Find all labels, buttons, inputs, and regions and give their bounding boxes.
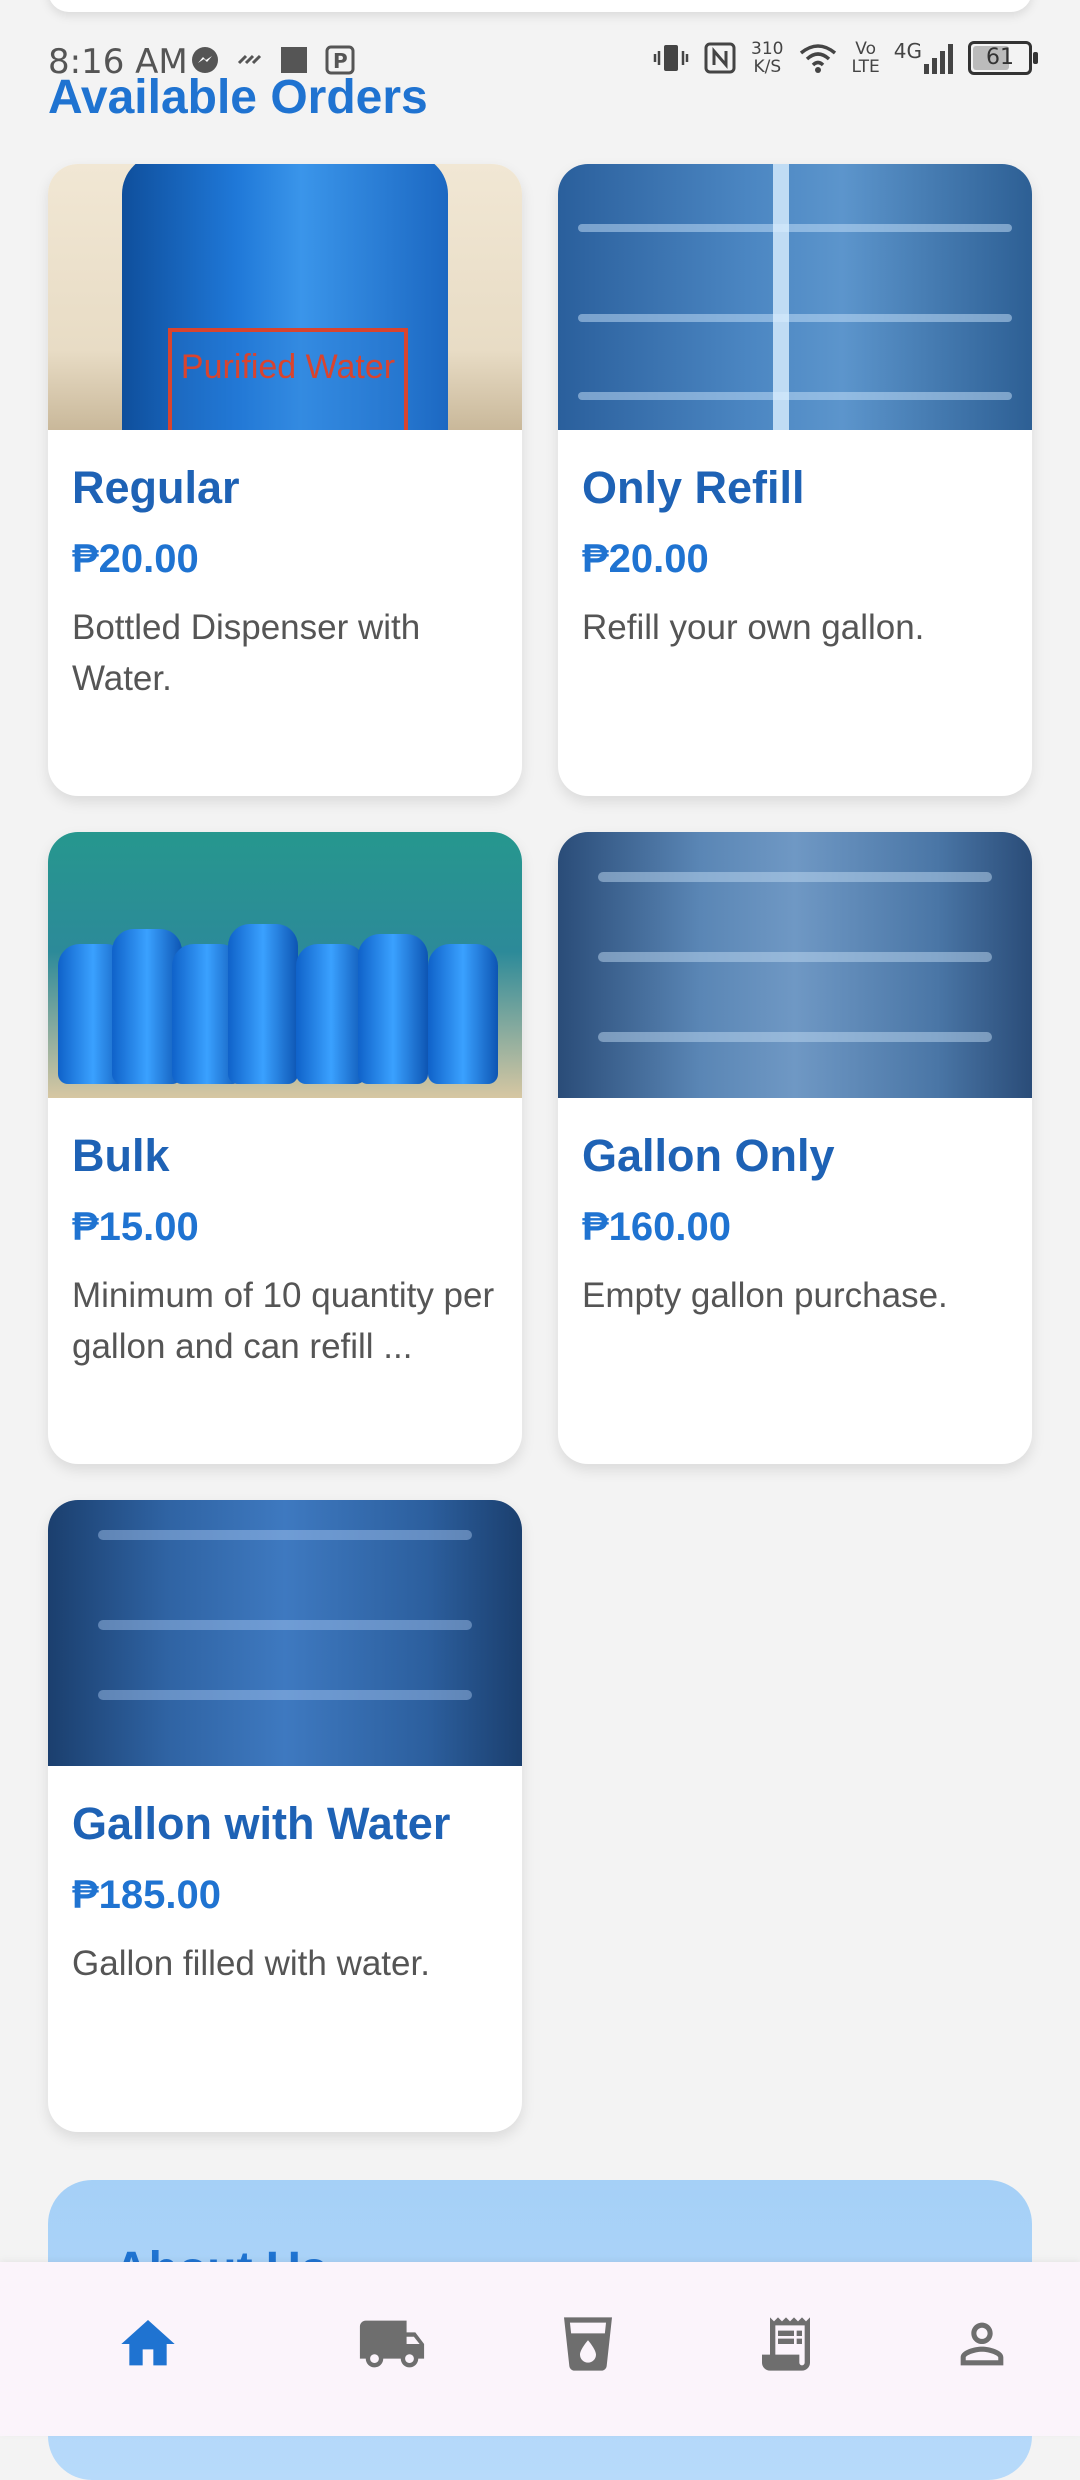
order-description: Bottled Dispenser with Water. [72, 608, 421, 698]
bottom-navigation [0, 2262, 1080, 2436]
order-card-only-refill[interactable]: Only Refill ₱20.00 Refill your own gallo… [558, 164, 1032, 796]
order-title: Only Refill [582, 462, 805, 513]
order-description: Gallon filled with water. [72, 1944, 430, 1983]
order-card-gallon-only[interactable]: Gallon Only ₱160.00 Empty gallon purchas… [558, 832, 1032, 1464]
order-price: ₱20.00 [582, 537, 709, 581]
order-card-bulk[interactable]: Bulk ₱15.00 Minimum of 10 quantity per g… [48, 832, 522, 1464]
nav-profile[interactable] [942, 2304, 1022, 2384]
order-description: Refill your own gallon. [582, 608, 925, 647]
wifi-icon [799, 44, 836, 73]
receipt-icon [762, 2317, 810, 2371]
network-type: 4G [893, 39, 922, 63]
order-description: Empty gallon purchase. [582, 1276, 948, 1315]
product-label: Purified Water [168, 328, 408, 430]
order-image-regular: Purified Water [48, 164, 522, 430]
home-icon [121, 2320, 175, 2366]
order-image-gallon-with-water [48, 1500, 522, 1766]
nfc-icon [704, 42, 736, 74]
order-title: Regular [72, 462, 240, 513]
order-description: Minimum of 10 quantity per gallon and ca… [72, 1276, 495, 1366]
order-image-only-refill [558, 164, 1032, 430]
vibrate-icon [653, 45, 689, 71]
order-title: Bulk [72, 1130, 170, 1181]
page-title: Available Orders [48, 71, 428, 124]
water-cup-icon [564, 2317, 612, 2371]
order-price: ₱160.00 [582, 1205, 732, 1249]
order-image-gallon-only [558, 832, 1032, 1098]
volte-indicator: Vo LTE [851, 39, 880, 77]
order-title: Gallon with Water [72, 1798, 451, 1849]
profile-icon [960, 2322, 1004, 2366]
truck-icon [359, 2320, 425, 2368]
previous-card-edge [48, 0, 1032, 12]
signal-icon [924, 44, 953, 74]
order-price: ₱185.00 [72, 1873, 222, 1917]
battery-icon: 61 [968, 41, 1038, 75]
nav-water[interactable] [548, 2304, 628, 2384]
order-title: Gallon Only [582, 1130, 835, 1181]
order-card-regular[interactable]: Purified Water Regular ₱20.00 Bottled Di… [48, 164, 522, 796]
nav-delivery[interactable] [352, 2304, 432, 2384]
order-price: ₱20.00 [72, 537, 199, 581]
network-speed: 310 K/S [751, 39, 784, 77]
order-card-gallon-with-water[interactable]: Gallon with Water ₱185.00 Gallon filled … [48, 1500, 522, 2132]
order-image-bulk [48, 832, 522, 1098]
nav-home[interactable] [108, 2304, 188, 2384]
order-price: ₱15.00 [72, 1205, 199, 1249]
nav-orders[interactable] [746, 2304, 826, 2384]
